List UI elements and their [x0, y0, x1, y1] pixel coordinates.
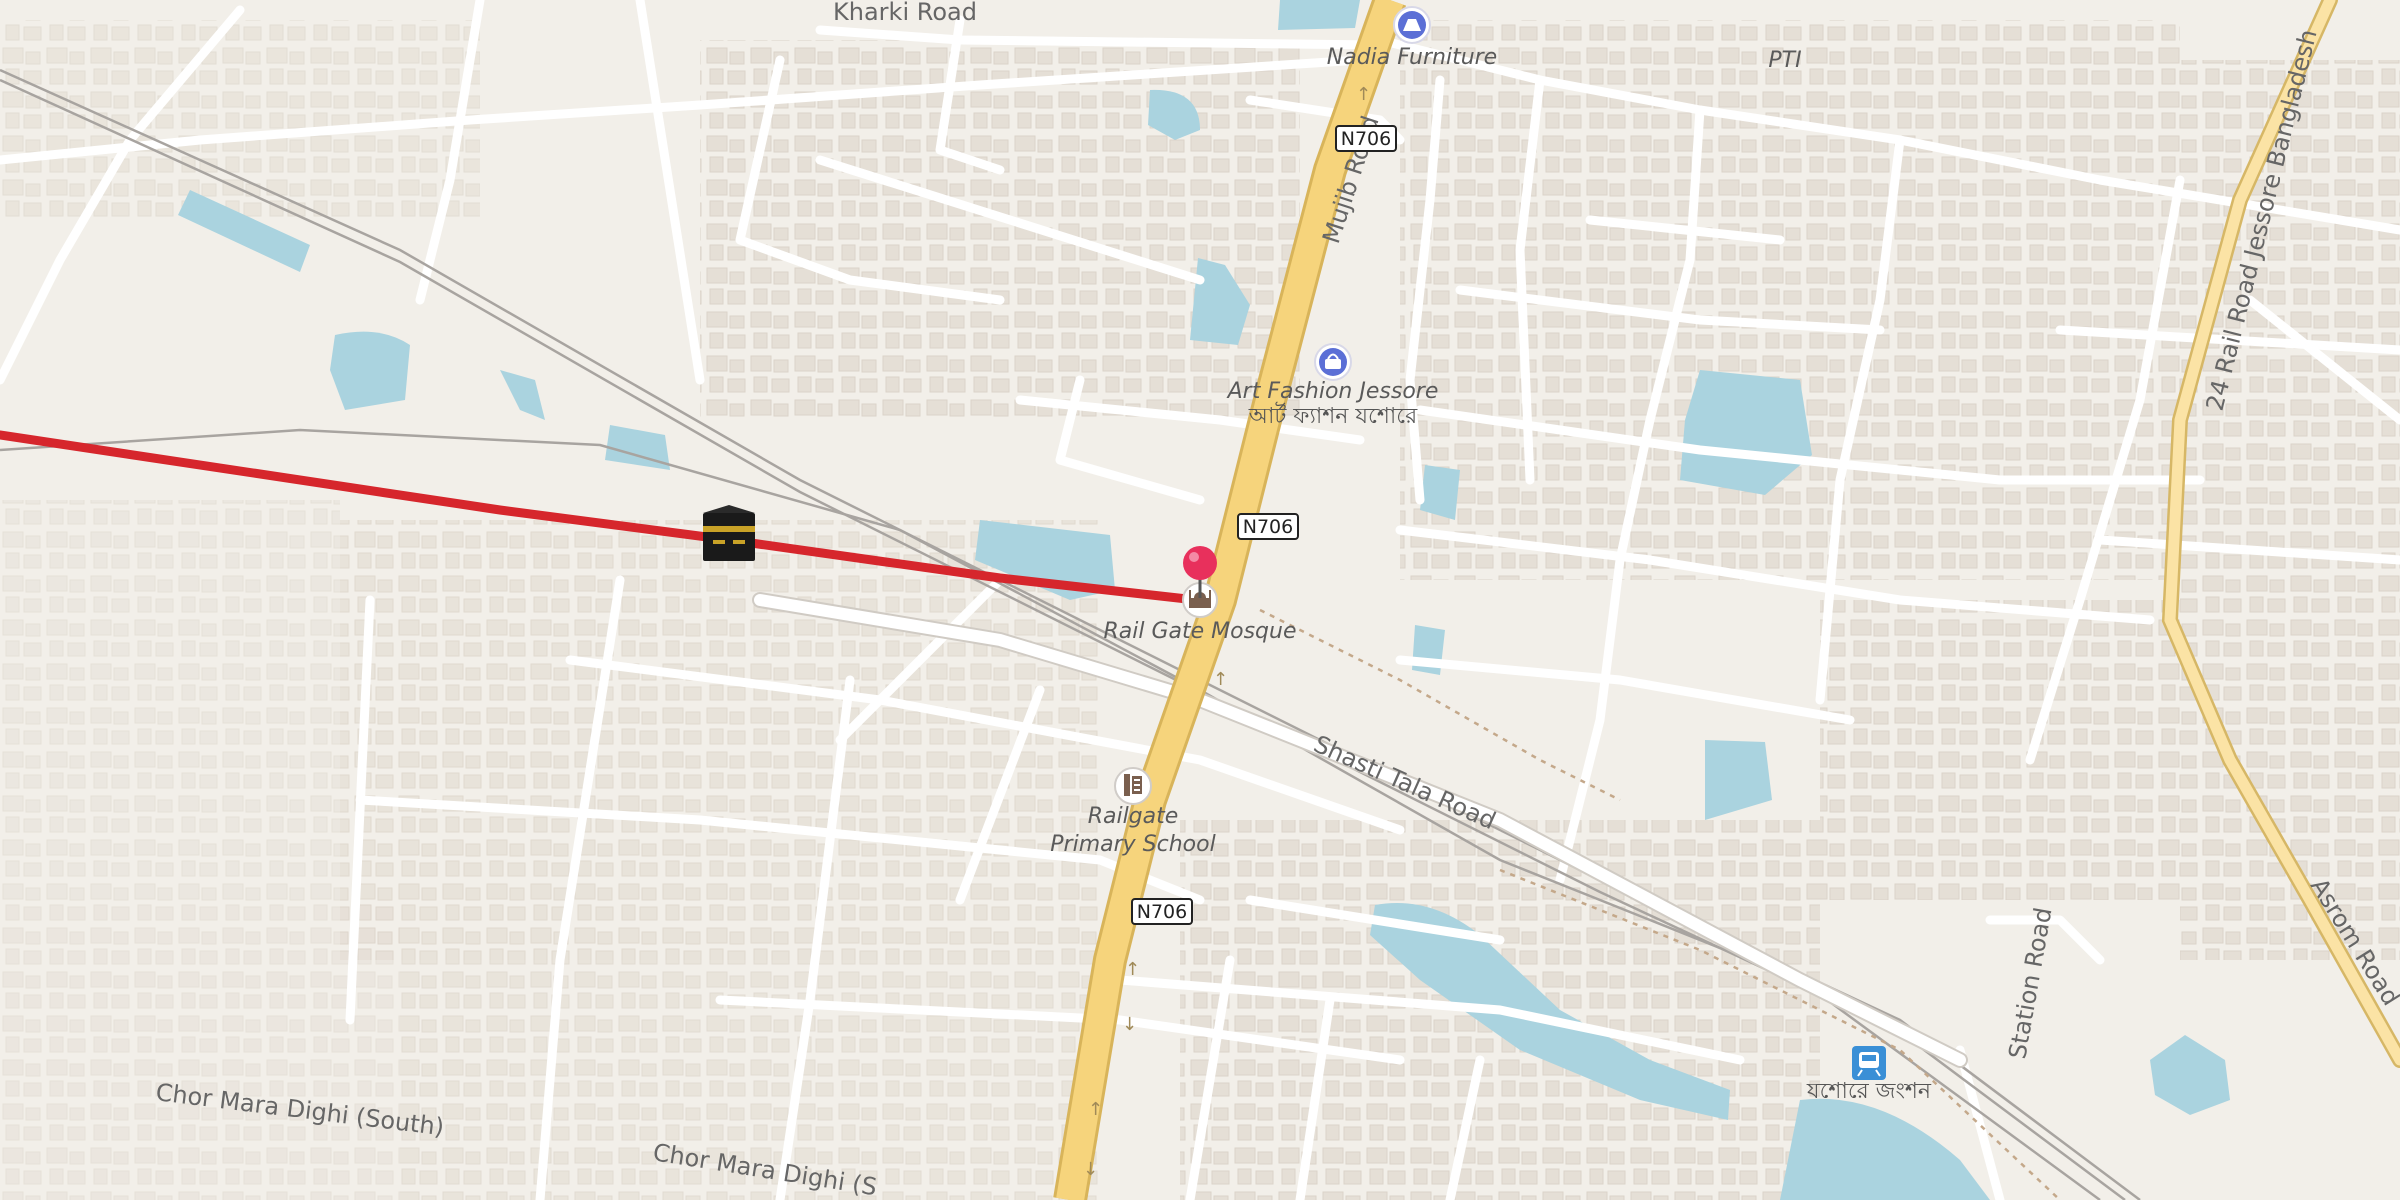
svg-text:↑: ↑ [1213, 669, 1228, 690]
kharki-road-label: Kharki Road [833, 0, 977, 26]
svg-text:Art Fashion Jessore: Art Fashion Jessore [1226, 379, 1439, 404]
school-icon [1124, 774, 1142, 796]
pti-label: PTI [1768, 48, 1801, 73]
svg-text:আর্ট ফ্যাশন যশোরে: আর্ট ফ্যাশন যশোরে [1248, 402, 1418, 429]
svg-text:N706: N706 [1341, 128, 1391, 150]
route-shield-1: N706 [1335, 125, 1397, 152]
svg-text:N706: N706 [1243, 516, 1293, 538]
map-canvas[interactable]: ↑ ↑ ↑ ↓ ↑ ↓ Kharki Road Mujib Road Shast… [0, 0, 2400, 1200]
kaaba-icon[interactable] [703, 505, 755, 561]
svg-text:Railgate: Railgate [1088, 804, 1179, 829]
svg-text:↑: ↑ [1125, 959, 1140, 980]
route-shield-2: N706 [1237, 513, 1299, 540]
svg-text:↓: ↓ [1083, 1159, 1098, 1180]
svg-text:↑: ↑ [1088, 1099, 1103, 1120]
svg-text:Nadia Furniture: Nadia Furniture [1327, 45, 1497, 70]
svg-text:↑: ↑ [1356, 84, 1371, 105]
svg-text:যশোরে জংশন: যশোরে জংশন [1806, 1079, 1932, 1104]
svg-text:N706: N706 [1137, 901, 1187, 923]
svg-text:Rail Gate Mosque: Rail Gate Mosque [1103, 619, 1296, 644]
route-shield-3: N706 [1131, 898, 1193, 925]
svg-text:↓: ↓ [1122, 1014, 1137, 1035]
map-layer: ↑ ↑ ↑ ↓ ↑ ↓ Kharki Road Mujib Road Shast… [0, 0, 2400, 1200]
svg-text:Primary School: Primary School [1050, 832, 1215, 857]
